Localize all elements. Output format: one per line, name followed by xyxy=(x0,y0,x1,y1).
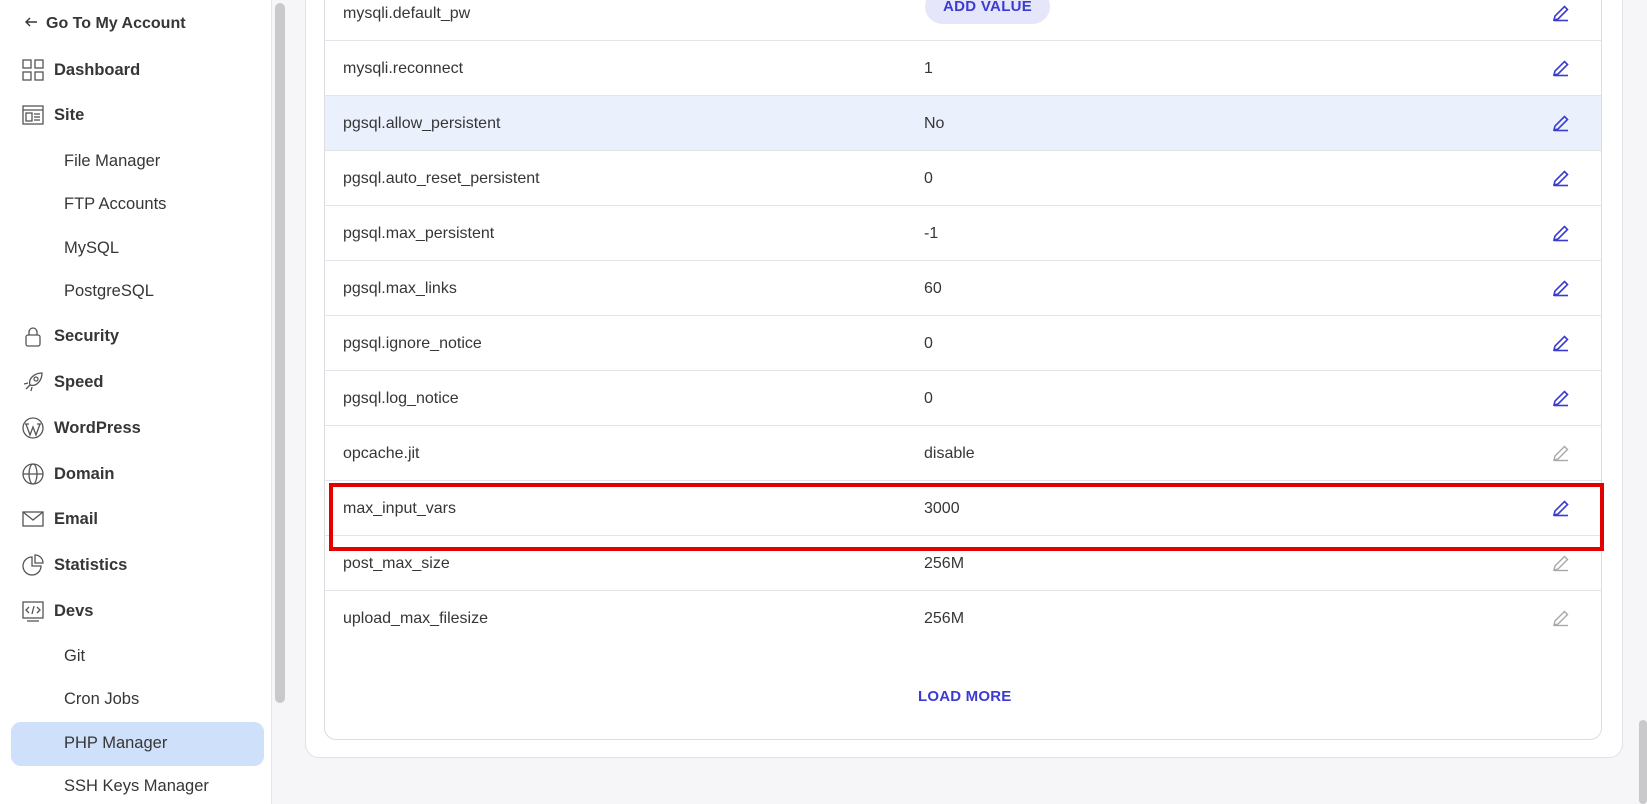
sidebar-item-git[interactable]: Git xyxy=(64,643,85,669)
sidebar-item-postgresql[interactable]: PostgreSQL xyxy=(64,278,154,304)
setting-name: post_max_size xyxy=(343,554,450,572)
sidebar-item-wordpress[interactable]: WordPress xyxy=(22,415,141,441)
setting-value: 256M xyxy=(924,609,965,627)
sidebar-item-dashboard[interactable]: Dashboard xyxy=(22,57,140,83)
table-row: opcache.jit disable xyxy=(325,426,1601,481)
sidebar-item-ssh-keys-manager[interactable]: SSH Keys Manager xyxy=(64,773,209,799)
dashboard-icon xyxy=(22,59,44,81)
setting-name: mysqli.default_pw xyxy=(343,4,471,22)
sidebar-item-domain[interactable]: Domain xyxy=(22,461,115,487)
edit-pencil-disabled-icon xyxy=(1551,608,1571,628)
setting-name: opcache.jit xyxy=(343,444,420,462)
table-row: pgsql.log_notice 0 xyxy=(325,371,1601,426)
edit-pencil-icon[interactable] xyxy=(1551,58,1571,78)
setting-value: -1 xyxy=(924,224,939,242)
sidebar-item-cron-jobs[interactable]: Cron Jobs xyxy=(64,686,139,712)
edit-pencil-icon[interactable] xyxy=(1551,3,1571,23)
setting-name: pgsql.log_notice xyxy=(343,389,459,407)
edit-pencil-icon[interactable] xyxy=(1551,168,1571,188)
edit-pencil-disabled-icon xyxy=(1551,443,1571,463)
pie-chart-icon xyxy=(22,554,44,576)
setting-value: 0 xyxy=(924,334,933,352)
sidebar-item-label: Security xyxy=(54,326,120,345)
sidebar-item-statistics[interactable]: Statistics xyxy=(22,552,127,578)
setting-value: 0 xyxy=(924,169,933,187)
site-icon xyxy=(22,104,44,126)
table-row: pgsql.max_persistent -1 xyxy=(325,206,1601,261)
setting-value-cell: ADD VALUE xyxy=(925,0,1051,41)
sidebar: Go To My Account Dashboard Site File Man… xyxy=(0,0,272,804)
sidebar-item-label: Site xyxy=(54,105,85,124)
setting-value: disable xyxy=(924,444,975,462)
sidebar-item-ftp-accounts[interactable]: FTP Accounts xyxy=(64,191,166,217)
main-scrollbar[interactable] xyxy=(1639,720,1647,804)
table-row: post_max_size 256M xyxy=(325,536,1601,591)
sidebar-item-label: Statistics xyxy=(54,555,128,574)
wordpress-icon xyxy=(22,417,44,439)
sidebar-item-label: Dashboard xyxy=(54,60,141,79)
setting-name: max_input_vars xyxy=(343,499,456,517)
load-more-button[interactable]: LOAD MORE xyxy=(918,688,1011,705)
setting-name: pgsql.max_links xyxy=(343,279,457,297)
rocket-icon xyxy=(22,371,44,393)
sidebar-item-file-manager[interactable]: File Manager xyxy=(64,148,160,174)
sidebar-item-label: Email xyxy=(54,509,99,528)
edit-pencil-icon[interactable] xyxy=(1551,278,1571,298)
arrow-left-icon xyxy=(24,15,38,34)
edit-pencil-icon[interactable] xyxy=(1551,388,1571,408)
code-icon xyxy=(22,600,44,622)
sidebar-item-email[interactable]: Email xyxy=(22,506,98,532)
setting-value: No xyxy=(924,114,945,132)
setting-value: 60 xyxy=(924,279,942,297)
lock-icon xyxy=(22,325,44,347)
edit-pencil-disabled-icon xyxy=(1551,553,1571,573)
table-row: mysqli.reconnect 1 xyxy=(325,41,1601,96)
table-row: upload_max_filesize 256M xyxy=(325,591,1601,646)
sidebar-item-security[interactable]: Security xyxy=(22,323,119,349)
setting-name: pgsql.ignore_notice xyxy=(343,334,482,352)
table-row: pgsql.allow_persistent No xyxy=(325,96,1601,151)
sidebar-item-site[interactable]: Site xyxy=(22,102,84,128)
go-to-account-link[interactable]: Go To My Account xyxy=(24,12,186,36)
sidebar-item-label: Speed xyxy=(54,372,104,391)
edit-pencil-icon[interactable] xyxy=(1551,498,1571,518)
table-row: pgsql.ignore_notice 0 xyxy=(325,316,1601,371)
setting-value: 256M xyxy=(924,554,965,572)
setting-value: 0 xyxy=(924,389,933,407)
sidebar-item-mysql[interactable]: MySQL xyxy=(64,235,119,261)
sidebar-item-php-manager[interactable]: PHP Manager xyxy=(64,730,167,756)
globe-icon xyxy=(22,463,44,485)
sidebar-item-label: Devs xyxy=(54,601,94,620)
setting-name: pgsql.auto_reset_persistent xyxy=(343,169,540,187)
go-to-account-label: Go To My Account xyxy=(46,15,186,32)
setting-name: mysqli.reconnect xyxy=(343,59,464,77)
table-row: pgsql.max_links 60 xyxy=(325,261,1601,316)
setting-value: 1 xyxy=(924,59,933,77)
add-value-button[interactable]: ADD VALUE xyxy=(925,0,1051,24)
edit-pencil-icon[interactable] xyxy=(1551,223,1571,243)
table-row: pgsql.auto_reset_persistent 0 xyxy=(325,151,1601,206)
setting-name: pgsql.allow_persistent xyxy=(343,114,501,132)
setting-name: pgsql.max_persistent xyxy=(343,224,495,242)
sidebar-item-label: Domain xyxy=(54,464,115,483)
sidebar-item-devs[interactable]: Devs xyxy=(22,598,93,624)
edit-pencil-icon[interactable] xyxy=(1551,333,1571,353)
table-row: mysqli.default_pw ADD VALUE xyxy=(325,0,1601,41)
setting-name: upload_max_filesize xyxy=(343,609,488,627)
setting-value: 3000 xyxy=(924,499,960,517)
sidebar-scrollbar[interactable] xyxy=(275,3,285,703)
edit-pencil-icon[interactable] xyxy=(1551,113,1571,133)
envelope-icon xyxy=(22,508,44,530)
sidebar-item-speed[interactable]: Speed xyxy=(22,369,104,395)
sidebar-item-label: WordPress xyxy=(54,418,141,437)
table-row: max_input_vars 3000 xyxy=(325,481,1601,536)
